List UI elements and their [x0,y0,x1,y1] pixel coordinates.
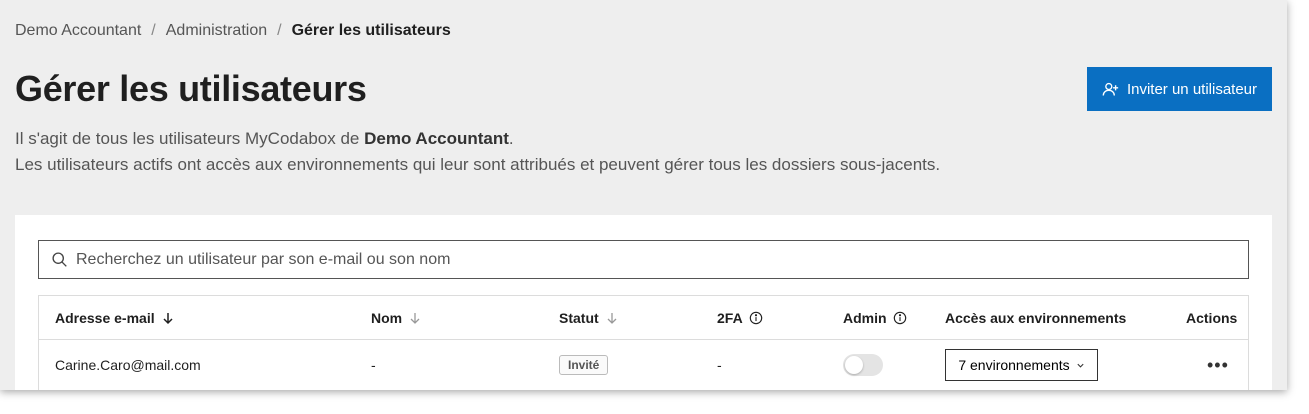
users-card: Adresse e-mail Nom Statut [15,215,1272,390]
page-title: Gérer les utilisateurs [15,68,367,109]
table-row: Carine.Caro@mail.com - Invité - 7 enviro… [39,340,1248,390]
user-name: - [371,357,376,373]
column-label: Accès aux environnements [945,310,1127,326]
user-email: Carine.Caro@mail.com [55,357,201,373]
page-description: Il s'agit de tous les utilisateurs MyCod… [15,126,940,178]
info-icon[interactable] [749,311,763,325]
environments-label: 7 environnements [958,357,1070,373]
breadcrumb-item-demo-accountant[interactable]: Demo Accountant [15,22,141,40]
breadcrumb-separator: / [151,22,156,39]
search-icon [51,251,76,268]
column-label: Nom [371,310,403,326]
chevron-down-icon [1076,361,1085,370]
environments-cell: 7 environnements [945,340,1098,390]
breadcrumb-current: Gérer les utilisateurs [291,22,451,39]
user-2fa: - [717,357,722,373]
info-icon[interactable] [893,311,907,325]
breadcrumb-item-administration[interactable]: Administration [166,22,267,40]
column-header-environments: Accès aux environnements [945,296,1126,340]
description-line-2: Les utilisateurs actifs ont accès aux en… [15,155,941,174]
sort-arrow-down-icon [408,311,422,325]
column-header-admin: Admin [843,296,907,340]
column-label: Actions [1186,310,1238,326]
breadcrumb-separator: / [277,22,282,39]
column-header-email[interactable]: Adresse e-mail [55,296,175,340]
description-text: Il s'agit de tous les utilisateurs MyCod… [15,129,365,148]
app-frame: Demo Accountant / Administration / Gérer… [0,0,1287,390]
more-options-icon[interactable]: ••• [1207,355,1229,376]
column-label: Admin [843,310,887,326]
column-header-2fa: 2FA [717,296,763,340]
column-label: Statut [559,310,599,326]
invite-user-button[interactable]: Inviter un utilisateur [1087,67,1272,111]
table-header: Adresse e-mail Nom Statut 2FA Admin Accè… [39,296,1248,340]
user-status-cell: Invité [559,340,609,390]
column-label: Adresse e-mail [55,310,155,326]
breadcrumb: Demo Accountant / Administration / Gérer… [15,22,451,40]
sort-arrow-down-icon [605,311,619,325]
environments-dropdown[interactable]: 7 environnements [945,349,1098,381]
status-badge: Invité [559,355,609,375]
search-box[interactable] [38,240,1249,279]
toggle-knob [845,356,863,374]
column-label: 2FA [717,310,743,326]
row-actions-cell: ••• [1207,340,1229,390]
description-text: . [508,129,514,148]
description-line-1: Il s'agit de tous les utilisateurs MyCod… [15,126,940,152]
column-header-status[interactable]: Statut [559,296,619,340]
admin-toggle[interactable] [843,354,883,376]
column-header-name[interactable]: Nom [371,296,422,340]
sort-arrow-down-icon [161,311,175,325]
users-table: Adresse e-mail Nom Statut 2FA Admin Accè… [38,295,1249,390]
search-input[interactable] [76,250,1176,269]
column-header-actions: Actions [1186,296,1237,340]
invite-user-label: Inviter un utilisateur [1126,80,1258,98]
organization-name: Demo Accountant [364,129,509,148]
user-plus-icon [1102,81,1119,98]
admin-toggle-cell [843,340,883,390]
